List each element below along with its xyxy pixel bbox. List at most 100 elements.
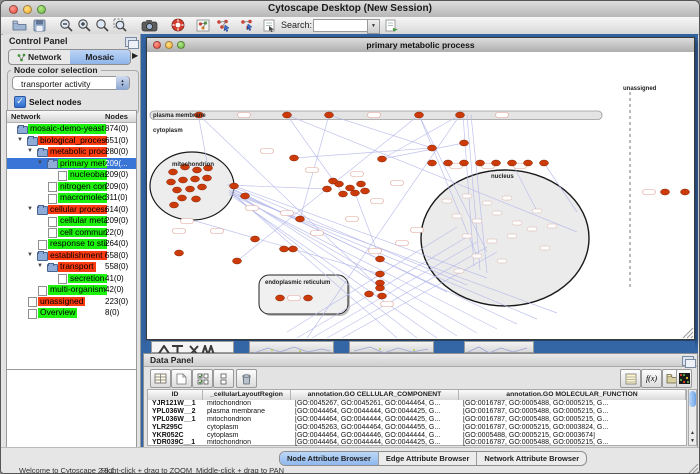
network-node[interactable] [276,295,285,301]
tree-item-response-to-stimulu[interactable]: response to stimulu264(0) [7,238,136,250]
network-node[interactable] [508,160,517,166]
network-node[interactable] [524,160,533,166]
table-row-ypl036w__1[interactable]: YPL036W__1mitochondrion[GO:0044464, GO:0… [148,416,686,424]
new-attribute-icon[interactable] [171,369,192,388]
tab-edge-attribute-browser[interactable]: Edge Attribute Browser [379,452,477,465]
tree-item-overview[interactable]: Overview8(0) [7,307,136,319]
network-node[interactable] [178,195,187,201]
network-node[interactable] [460,160,469,166]
network-node[interactable] [323,186,332,192]
tree-item-mosaic-demo-yeast[interactable]: mosaic-demo-yeast874(0) [7,123,136,135]
tree-item-multi-organism-pro[interactable]: multi-organism pro42(0) [7,284,136,296]
network-node[interactable] [304,295,313,301]
network-node[interactable] [378,293,387,299]
table-scrollbar[interactable]: ▲ ▼ [688,389,697,446]
network-node[interactable] [415,112,424,118]
network-node[interactable] [296,216,305,222]
network-node[interactable] [339,191,348,197]
window-resize-grip[interactable] [687,462,699,474]
network-node[interactable] [192,196,201,202]
search-input[interactable] [313,19,371,32]
tree-item-transport[interactable]: ▼transport558(0) [7,261,136,273]
network-node[interactable] [170,202,179,208]
network-node[interactable] [175,250,184,256]
expand-arrow-icon[interactable]: ▼ [27,250,33,262]
network-node[interactable] [460,140,469,146]
expand-arrow-icon[interactable]: ▼ [37,261,43,273]
select-nodes-checkbox[interactable]: ✓ [14,96,26,108]
network-node[interactable] [203,175,212,181]
network-node[interactable] [357,181,366,187]
network-node[interactable] [241,193,250,199]
edit-network-icon[interactable] [214,18,232,32]
network-node[interactable] [361,188,370,194]
column-header-region[interactable]: _cellularLayoutRegion [203,390,291,400]
table-row-ylr295c[interactable]: YLR295Ccytoplasm[GO:0045263, GO:0044464,… [148,424,686,432]
tree-item-nitrogen-compo[interactable]: nitrogen compo209(0) [7,181,136,193]
background-window-sliver[interactable] [464,341,534,353]
network-node[interactable] [376,256,385,262]
column-header-component[interactable]: annotation.GO CELLULAR_COMPONENT [291,390,459,400]
network-node[interactable] [289,246,298,252]
node-color-dropdown[interactable]: transporter activity ▲▼ [12,76,130,90]
table-row-ypl036w__2[interactable]: YPL036W__2plasma membrane[GO:0044464, GO… [148,408,686,416]
table-row-ykr052c[interactable]: YKR052Ccytoplasm[GO:0044464, GO:0044446,… [148,432,686,440]
tree-item-cellular-process[interactable]: ▼cellular process614(0) [7,204,136,216]
tab-network-attribute-browser[interactable]: Network Attribute Browser [477,452,586,465]
tab-network[interactable]: Network [9,50,70,64]
network-node[interactable] [167,179,176,185]
network-node[interactable] [280,246,289,252]
save-icon[interactable] [30,18,48,32]
tree-item-metabolic-process[interactable]: ▼metabolic process280(0) [7,146,136,158]
network-node[interactable] [492,160,501,166]
tree-item-establishment-of-lo[interactable]: ▼establishment of lo558(0) [7,250,136,262]
matrix-view-icon[interactable] [676,369,692,388]
network-node[interactable] [378,156,387,162]
network-node[interactable] [173,187,182,193]
search-dropdown-arrow[interactable]: ▼ [367,19,380,34]
zoom-out-icon[interactable] [57,18,75,32]
network-node[interactable] [428,160,437,166]
tree-item-unassigned[interactable]: unassigned223(0) [7,296,136,308]
tree-item-biological-process[interactable]: ▼biological_process651(0) [7,135,136,147]
network-node[interactable] [251,236,260,242]
tree-item-nucleobase-[interactable]: nucleobase-209(0) [7,169,136,181]
delete-attribute-icon[interactable] [236,369,257,388]
network-node[interactable] [681,189,690,195]
scroll-down-arrow[interactable]: ▼ [689,437,696,445]
tab-node-attribute-browser[interactable]: Node Attribute Browser [280,452,379,465]
tab-overflow-arrow[interactable]: ▶ [132,51,138,60]
scroll-up-arrow[interactable]: ▲ [689,429,696,437]
network-node[interactable] [444,160,453,166]
network-node[interactable] [329,178,338,184]
network-node[interactable] [169,169,178,175]
expand-arrow-icon[interactable]: ▼ [27,204,33,216]
network-node[interactable] [283,112,292,118]
function-builder-icon[interactable]: f(x) [641,369,662,388]
edit-network-alt-icon[interactable] [238,18,256,32]
network-node[interactable] [365,291,374,297]
network-node[interactable] [198,184,207,190]
expand-arrow-icon[interactable]: ▼ [37,158,43,170]
open-icon[interactable] [10,18,28,32]
tree-item-macromolecule[interactable]: macromolecule311(0) [7,192,136,204]
search-config-icon[interactable] [383,18,401,32]
zoom-in-icon[interactable] [75,18,93,32]
select-all-attributes-icon[interactable] [192,369,213,388]
snapshot-icon[interactable] [140,18,158,32]
table-scrollbar-thumb[interactable] [689,391,696,407]
tree-item-primary-metabo[interactable]: ▼primary metabo209(... [7,158,136,170]
zoom-fit-icon[interactable] [93,18,111,32]
network-node[interactable] [428,145,437,151]
column-header-id[interactable]: ID [148,390,203,400]
network-node[interactable] [661,189,670,195]
tab-mosaic[interactable]: Mosaic [70,50,131,64]
network-node[interactable] [325,112,334,118]
network-node[interactable] [476,160,485,166]
network-node[interactable] [456,112,465,118]
import-table-icon[interactable] [620,369,641,388]
network-node[interactable] [376,271,385,277]
network-overview-icon[interactable] [194,18,212,32]
network-node[interactable] [540,160,549,166]
expand-arrow-icon[interactable]: ▼ [17,135,23,147]
